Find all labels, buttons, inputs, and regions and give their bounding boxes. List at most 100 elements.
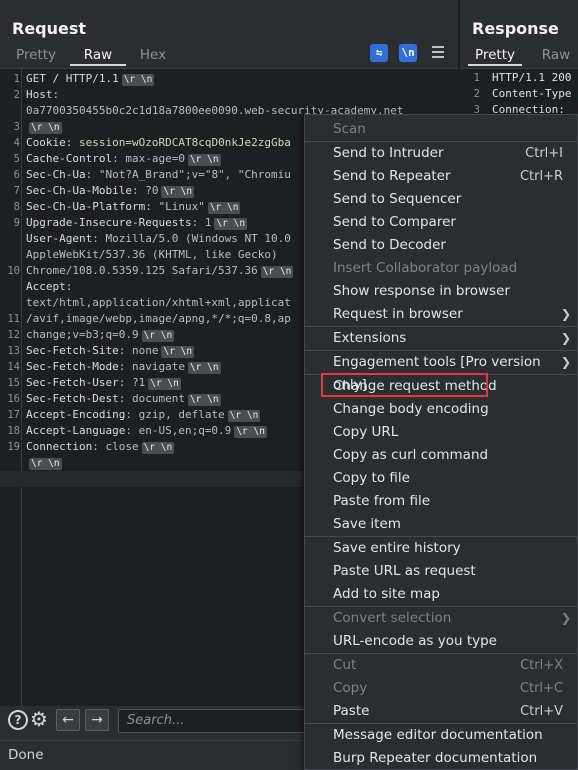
menu-item-message-editor-documentation[interactable]: Message editor documentation: [305, 724, 577, 747]
code-text: Sec-Fetch-Mode: navigate \r \n: [26, 360, 221, 374]
menu-item-save-item[interactable]: Save item: [305, 513, 577, 536]
code-text: Upgrade-Insecure-Requests: 1 \r \n: [26, 216, 248, 230]
menu-item-label: Burp Repeater documentation: [333, 750, 538, 766]
line-number: 2: [13, 89, 20, 101]
code-text: Host:: [26, 88, 60, 101]
line-number: 8: [13, 201, 20, 213]
line-number: 7: [13, 185, 20, 197]
menu-item-engagement-tools-pro-version-only[interactable]: Engagement tools [Pro version only] ❯: [305, 351, 577, 393]
code-text: Sec-Fetch-User: ?1 \r \n: [26, 376, 181, 390]
wrap-lines-icon[interactable]: ⇋: [370, 44, 388, 62]
crlf-marker: \r \n: [260, 266, 294, 278]
menu-item-send-to-sequencer[interactable]: Send to Sequencer: [305, 188, 577, 211]
crlf-marker: \r \n: [187, 154, 221, 166]
menu-item-extensions[interactable]: Extensions ❯: [305, 327, 577, 350]
menu-item-save-entire-history[interactable]: Save entire history: [305, 537, 577, 560]
crlf-marker: \r \n: [207, 202, 241, 214]
code-text: /avif,image/webp,image/apng,*/*;q=0.8,ap: [26, 312, 291, 325]
response-tabs: Pretty Raw: [460, 44, 578, 66]
menu-item-request-in-browser[interactable]: Request in browser ❯: [305, 303, 577, 326]
gear-icon[interactable]: ⚙: [30, 708, 50, 730]
tab-hex[interactable]: Hex: [132, 44, 174, 66]
back-arrow-icon[interactable]: ←: [56, 709, 80, 731]
context-menu: Scan Send to Intruder Ctrl+I Send to Repeat…: [304, 114, 578, 770]
forward-arrow-icon[interactable]: →: [85, 709, 109, 731]
request-tabs: Pretty Raw Hex: [0, 44, 458, 66]
menu-item-label: Send to Intruder: [333, 145, 444, 161]
menu-item-label: Send to Decoder: [333, 237, 446, 253]
code-line: 2 Host:: [0, 87, 458, 103]
menu-item-cut: Cut Ctrl+X: [305, 654, 577, 677]
tab-raw[interactable]: Raw: [70, 44, 126, 66]
code-text: GET / HTTP/1.1 \r \n: [26, 72, 155, 86]
code-text: Sec-Ch-Ua-Platform: "Linux" \r \n: [26, 200, 241, 214]
tab-pretty[interactable]: Pretty: [10, 44, 62, 66]
status-text: Done: [8, 747, 44, 763]
menu-item-send-to-repeater[interactable]: Send to Repeater Ctrl+R: [305, 165, 577, 188]
menu-item-label: Insert Collaborator payload: [333, 260, 518, 276]
menu-item-copy-as-curl-command[interactable]: Copy as curl command: [305, 444, 577, 467]
menu-item-label: URL-encode as you type: [333, 633, 497, 649]
menu-item-url-encode-as-you-type[interactable]: URL-encode as you type: [305, 630, 577, 653]
menu-item-shortcut: Ctrl+X: [520, 658, 563, 673]
line-number: 15: [7, 377, 20, 389]
line-number: 14: [7, 361, 20, 373]
menu-item-paste[interactable]: Paste Ctrl+V: [305, 700, 577, 723]
menu-item-burp-repeater-documentation[interactable]: Burp Repeater documentation: [305, 747, 577, 770]
menu-icon[interactable]: [432, 46, 444, 61]
menu-item-label: Show response in browser: [333, 283, 510, 299]
code-text: text/html,application/xhtml+xml,applicat: [26, 296, 291, 309]
tab-response-pretty[interactable]: Pretty: [468, 44, 522, 66]
code-text: Cache-Control: max-age=0 \r \n: [26, 152, 221, 166]
menu-item-send-to-decoder[interactable]: Send to Decoder: [305, 234, 577, 257]
line-number: 18: [7, 425, 20, 437]
menu-item-send-to-comparer[interactable]: Send to Comparer: [305, 211, 577, 234]
code-text: Accept:: [26, 280, 73, 293]
menu-item-send-to-intruder[interactable]: Send to Intruder Ctrl+I: [305, 142, 577, 165]
response-title: Response: [472, 19, 559, 38]
line-number: 9: [13, 217, 20, 229]
menu-item-label: Convert selection: [333, 610, 452, 626]
crlf-marker: \r \n: [29, 122, 62, 134]
menu-item-add-to-site-map[interactable]: Add to site map: [305, 583, 577, 606]
menu-item-label: Copy as curl command: [333, 447, 489, 463]
menu-item-label: Paste URL as request: [333, 563, 476, 579]
code-text: Chrome/108.0.5359.125 Safari/537.36 \r \n: [26, 264, 294, 278]
menu-item-insert-collaborator-payload: Insert Collaborator payload: [305, 257, 577, 280]
menu-item-shortcut: Ctrl+V: [520, 704, 563, 719]
menu-item-paste-url-as-request[interactable]: Paste URL as request: [305, 560, 577, 583]
code-text: change;v=b3;q=0.9 \r \n: [26, 328, 175, 342]
crlf-marker: \r \n: [161, 346, 195, 358]
line-number: 6: [13, 169, 20, 181]
crlf-marker: \r \n: [187, 394, 221, 406]
code-text: Sec-Fetch-Dest: document \r \n: [26, 392, 221, 406]
code-text: Connection: close \r \n: [26, 440, 175, 454]
menu-item-shortcut: Ctrl+R: [519, 169, 563, 184]
menu-item-copy-url[interactable]: Copy URL: [305, 421, 577, 444]
menu-item-label: Paste: [333, 703, 370, 719]
line-number: 19: [7, 441, 20, 453]
chevron-right-icon: ❯: [560, 307, 571, 321]
newline-icon[interactable]: \n: [399, 44, 417, 62]
menu-item-paste-from-file[interactable]: Paste from file: [305, 490, 577, 513]
menu-item-change-body-encoding[interactable]: Change body encoding: [305, 398, 577, 421]
chevron-right-icon: ❯: [560, 331, 571, 345]
code-text: Accept-Encoding: gzip, deflate \r \n: [26, 408, 261, 422]
menu-item-label: Cut: [333, 657, 357, 673]
crlf-marker: \r \n: [161, 186, 195, 198]
code-text: Sec-Ch-Ua-Mobile: ?0 \r \n: [26, 184, 195, 198]
menu-item-copy-to-file[interactable]: Copy to file: [305, 467, 577, 490]
chevron-right-icon: ❯: [560, 611, 571, 625]
tab-response-raw[interactable]: Raw: [534, 44, 578, 66]
line-number: 1: [13, 73, 20, 85]
menu-item-label: Send to Repeater: [333, 168, 451, 184]
help-icon[interactable]: ?: [8, 710, 28, 730]
line-number: 5: [13, 153, 20, 165]
menu-item-label: Copy URL: [333, 424, 399, 440]
line-number: 17: [7, 409, 20, 421]
menu-item-show-response-in-browser[interactable]: Show response in browser: [305, 280, 577, 303]
menu-item-shortcut: Ctrl+I: [525, 146, 563, 161]
search-input[interactable]: Search...: [118, 709, 318, 733]
crlf-marker: \r \n: [29, 458, 62, 470]
chevron-right-icon: ❯: [560, 355, 571, 369]
